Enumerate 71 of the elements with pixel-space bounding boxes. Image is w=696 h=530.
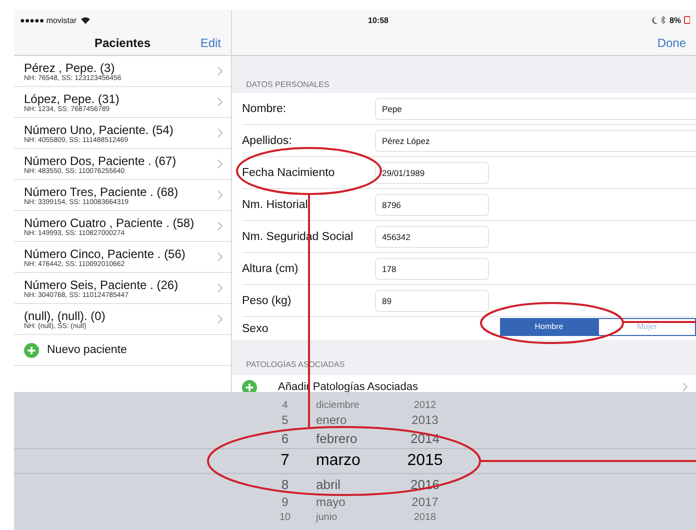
picker-month: mayo bbox=[315, 495, 346, 509]
field-label: Altura (cm) bbox=[242, 262, 300, 274]
picker-year: 2017 bbox=[410, 495, 440, 509]
moon-icon bbox=[652, 16, 658, 24]
patient-name: Número Seis, Paciente . (26) bbox=[24, 278, 180, 292]
battery-icon bbox=[684, 16, 690, 24]
picker-row[interactable]: 5 enero 2013 bbox=[14, 412, 696, 428]
picker-day: 5 bbox=[260, 413, 310, 427]
picker-day: 4 bbox=[260, 400, 310, 410]
chevron-icon bbox=[217, 314, 223, 324]
text-field[interactable]: 29/01/1989 bbox=[375, 162, 489, 184]
section-header: DATOS PERSONALES bbox=[245, 79, 330, 91]
picker-row[interactable]: 9 mayo 2017 bbox=[14, 494, 696, 510]
chevron-icon bbox=[217, 283, 223, 293]
field-label: Apellidos: bbox=[242, 134, 293, 146]
patient-name: Número Cuatro , Paciente . (58) bbox=[24, 216, 196, 230]
picker-month: enero bbox=[315, 413, 348, 427]
text-field[interactable]: Pérez López bbox=[375, 130, 696, 152]
picker-day: 6 bbox=[260, 430, 310, 446]
chevron-icon bbox=[217, 252, 223, 262]
picker-year: 2018 bbox=[412, 512, 438, 522]
field-label: Nombre: bbox=[242, 102, 288, 114]
new-patient-link[interactable]: Nuevo paciente bbox=[47, 344, 127, 356]
picker-row[interactable]: 7 marzo 2015 bbox=[14, 448, 696, 474]
field-label: Nm. Historial bbox=[242, 198, 309, 210]
plus-icon bbox=[24, 342, 39, 358]
patient-name: Número Uno, Paciente. (54) bbox=[24, 122, 174, 136]
picker-month: febrero bbox=[315, 430, 358, 446]
carrier-text: ●●●●● movistar bbox=[20, 16, 77, 24]
bluetooth-icon bbox=[661, 16, 666, 24]
picker-month: abril bbox=[315, 476, 342, 492]
text-field[interactable]: 178 bbox=[375, 258, 489, 280]
done-button[interactable]: Done bbox=[655, 34, 688, 52]
field-label: Sexo bbox=[242, 322, 270, 334]
picker-year: 2013 bbox=[410, 413, 440, 427]
text-field[interactable]: 89 bbox=[375, 290, 489, 312]
picker-day: 10 bbox=[260, 512, 310, 522]
battery-text: 8% bbox=[669, 16, 681, 24]
picker-day: 9 bbox=[260, 495, 310, 509]
chevron-icon bbox=[217, 128, 223, 138]
text-field[interactable]: 456342 bbox=[375, 226, 489, 248]
text-field[interactable]: 8796 bbox=[375, 194, 489, 216]
chevron-icon bbox=[217, 97, 223, 107]
picker-row[interactable]: 10 junio 2018 bbox=[14, 510, 696, 524]
chevron-icon bbox=[217, 66, 223, 76]
patient-name: Número Tres, Paciente . (68) bbox=[24, 184, 180, 198]
picker-month: diciembre bbox=[315, 400, 360, 410]
wifi-icon bbox=[80, 16, 90, 24]
patient-name: López, Pepe. (31) bbox=[24, 92, 120, 106]
segment-button[interactable]: Hombre bbox=[500, 318, 598, 336]
edit-button[interactable]: Edit bbox=[198, 34, 223, 52]
picker-month: junio bbox=[314, 512, 338, 522]
patient-name: Número Dos, Paciente . (67) bbox=[24, 154, 178, 168]
picker-month: marzo bbox=[315, 452, 362, 470]
patient-name: Número Cinco, Paciente . (56) bbox=[24, 246, 186, 260]
patient-name: Pérez , Pepe. (3) bbox=[24, 60, 116, 74]
field-label: Peso (kg) bbox=[242, 294, 292, 306]
chevron-icon bbox=[682, 382, 688, 392]
picker-year: 2015 bbox=[406, 452, 444, 470]
nav-title: Pacientes bbox=[94, 36, 151, 50]
clock-text: 10:58 bbox=[368, 16, 388, 24]
text-field[interactable]: Pepe bbox=[375, 98, 696, 120]
picker-year: 2012 bbox=[412, 400, 438, 410]
chevron-icon bbox=[217, 190, 223, 200]
chevron-icon bbox=[217, 221, 223, 231]
field-label: Fecha Nacimiento bbox=[242, 166, 336, 178]
picker-day: 8 bbox=[260, 476, 310, 492]
picker-row[interactable]: 4 diciembre 2012 bbox=[14, 398, 696, 412]
picker-day: 7 bbox=[260, 452, 310, 470]
chevron-icon bbox=[217, 159, 223, 169]
patient-name: (null), (null). (0) bbox=[24, 308, 106, 322]
